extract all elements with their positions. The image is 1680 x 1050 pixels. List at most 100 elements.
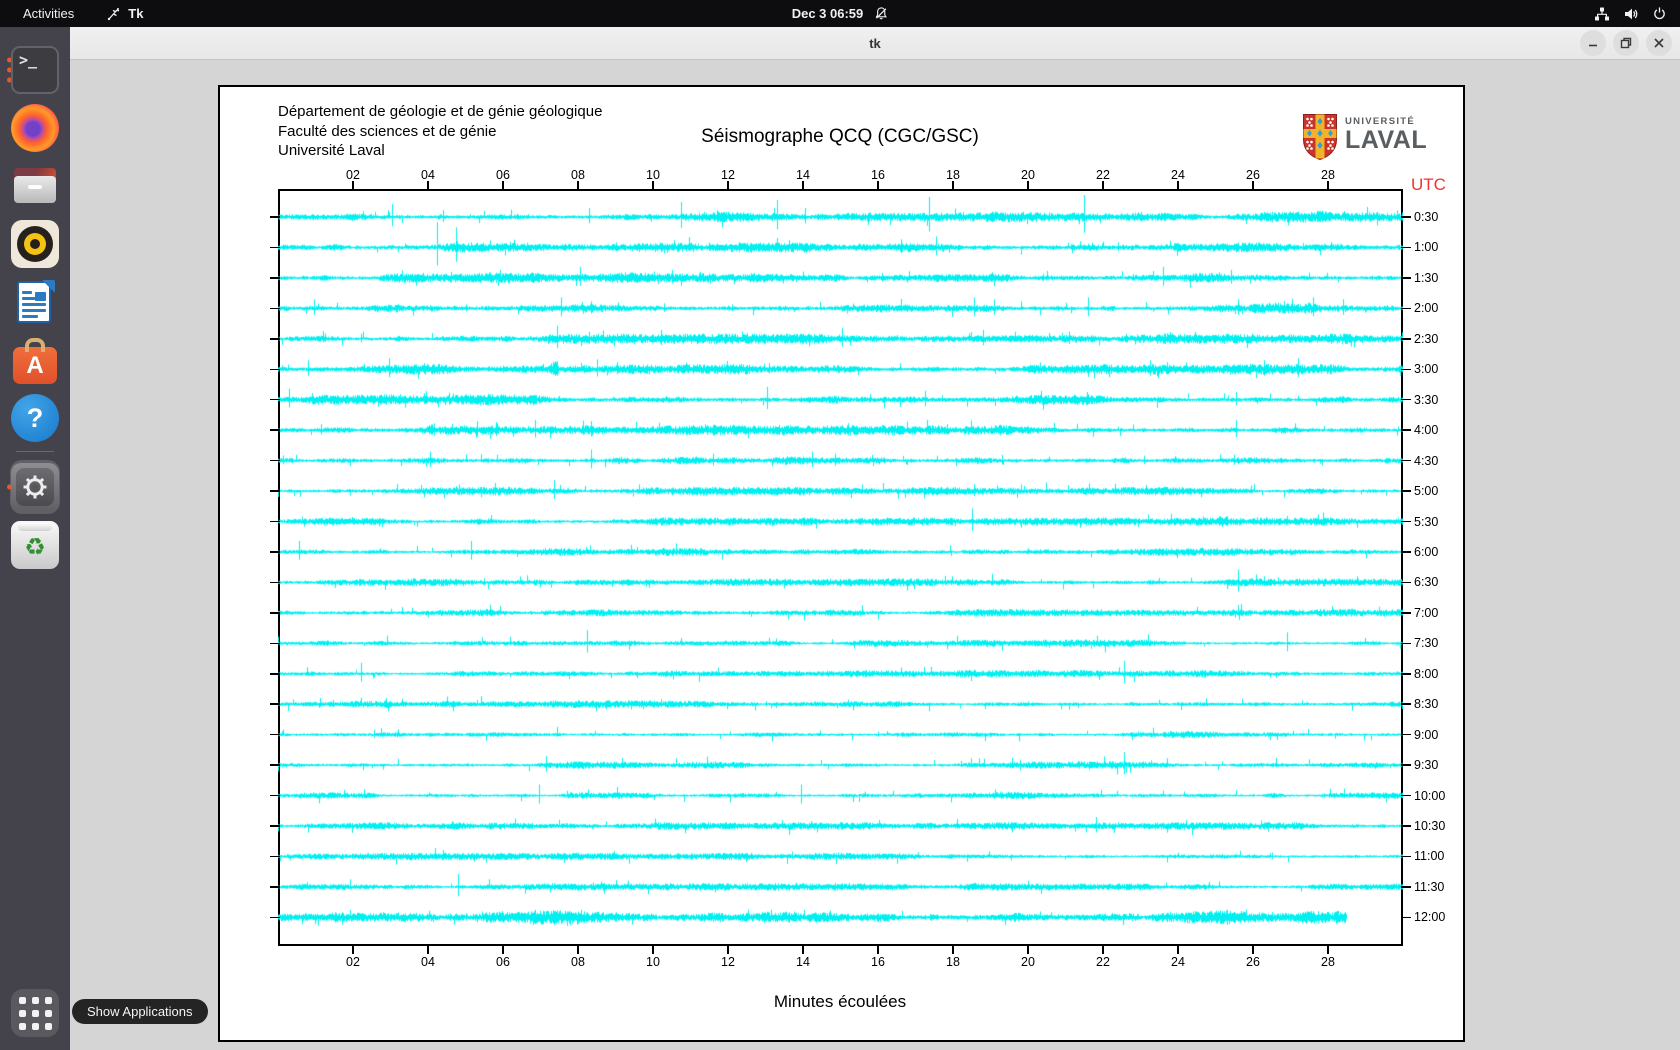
terminal-icon: >_ <box>11 46 59 94</box>
utc-row-label: 10:30 <box>1414 819 1446 833</box>
utc-row-label: 8:30 <box>1414 697 1439 712</box>
tick-mark <box>1401 551 1411 553</box>
tick-mark <box>1401 612 1411 614</box>
plot-title: Séismographe QCQ (CGC/GSC) <box>701 126 979 147</box>
tick-mark <box>1177 181 1179 191</box>
tick-mark <box>352 944 354 954</box>
top-bar: Activities Tk Dec 3 06:59 <box>0 0 1680 27</box>
tick-mark <box>270 886 280 888</box>
x-tick-label: 16 <box>871 955 885 969</box>
dock-separator <box>16 451 54 452</box>
tick-mark <box>427 181 429 191</box>
utc-row-label: 0:30 <box>1414 210 1439 224</box>
utc-row-label: 2:30 <box>1414 331 1439 346</box>
settings-gear-icon <box>11 463 59 511</box>
tick-mark <box>270 825 280 827</box>
x-tick-label: 24 <box>1171 168 1185 182</box>
tick-mark <box>952 181 954 191</box>
tick-mark <box>270 459 280 462</box>
close-button[interactable] <box>1646 30 1672 56</box>
tick-mark <box>270 551 280 553</box>
tick-mark <box>1401 307 1411 310</box>
tick-mark <box>270 581 280 584</box>
tick-mark <box>270 216 280 218</box>
tick-mark <box>577 181 579 191</box>
files-icon <box>11 162 59 210</box>
dock-item-rhythmbox[interactable] <box>4 215 66 273</box>
tick-mark <box>270 307 280 310</box>
x-tick-label: 24 <box>1171 955 1185 969</box>
utc-row-label: 5:00 <box>1414 484 1439 499</box>
dock-item-libreoffice-writer[interactable] <box>4 273 66 331</box>
utc-row-label: 1:00 <box>1414 240 1439 255</box>
show-applications-tooltip: Show Applications <box>72 999 208 1024</box>
focused-app-menu[interactable]: Tk <box>106 6 143 21</box>
institution-line-3: Université Laval <box>278 142 385 159</box>
tick-mark <box>427 944 429 954</box>
focused-app-name: Tk <box>128 6 144 21</box>
tick-mark <box>1401 398 1411 401</box>
show-applications-button[interactable] <box>4 984 66 1042</box>
x-tick-label: 04 <box>421 168 435 182</box>
tick-mark <box>1177 944 1179 954</box>
x-tick-label: 16 <box>871 168 885 182</box>
x-tick-label: 14 <box>796 955 810 969</box>
activities-button[interactable]: Activities <box>17 4 80 23</box>
x-tick-label: 06 <box>496 955 510 969</box>
volume-icon <box>1623 6 1639 22</box>
utc-row-label: 8:00 <box>1414 666 1439 681</box>
x-tick-label: 22 <box>1096 168 1110 182</box>
maximize-button[interactable] <box>1613 30 1639 56</box>
x-tick-label: 12 <box>721 168 735 182</box>
tick-mark <box>1401 703 1411 705</box>
tick-mark <box>270 368 280 370</box>
institution-line-2: Faculté des sciences et de génie <box>278 122 497 140</box>
dock-item-help[interactable]: ? <box>4 389 66 447</box>
logo-laval-text: LAVAL <box>1345 126 1428 154</box>
window-titlebar[interactable]: tk <box>70 27 1680 60</box>
dock: >_ A ? ♻ <box>0 27 70 1050</box>
tick-mark <box>1401 581 1411 584</box>
minimize-button[interactable] <box>1580 30 1606 56</box>
x-tick-label: 10 <box>646 955 660 969</box>
dock-item-settings[interactable] <box>4 458 66 516</box>
tick-mark <box>270 246 280 249</box>
x-tick-label: 18 <box>946 955 960 969</box>
system-status-menu[interactable] <box>1594 6 1667 22</box>
tick-mark <box>877 944 879 954</box>
tick-mark <box>270 612 280 614</box>
tick-mark <box>877 181 879 191</box>
x-tick-label: 28 <box>1321 168 1335 182</box>
tick-mark <box>1327 181 1329 191</box>
tick-mark <box>1401 886 1411 888</box>
tick-mark <box>1401 216 1411 218</box>
tick-mark <box>1401 673 1411 675</box>
tick-mark <box>1102 181 1104 191</box>
dock-item-trash[interactable]: ♻ <box>4 516 66 574</box>
x-tick-label: 12 <box>721 955 735 969</box>
dock-item-terminal[interactable]: >_ <box>4 41 66 99</box>
dock-item-firefox[interactable] <box>4 99 66 157</box>
tick-mark <box>1401 490 1411 492</box>
tick-mark <box>502 944 504 954</box>
clock-menu[interactable]: Dec 3 06:59 <box>792 6 889 21</box>
libreoffice-writer-icon <box>11 278 59 326</box>
tick-mark <box>270 764 280 766</box>
seismogram-traces <box>278 189 1403 946</box>
clock-text: Dec 3 06:59 <box>791 6 864 21</box>
tick-mark <box>1401 642 1411 645</box>
power-icon <box>1652 6 1667 21</box>
help-icon: ? <box>11 394 59 442</box>
tick-mark <box>1401 338 1411 340</box>
tick-mark <box>270 703 280 705</box>
utc-row-label: 9:00 <box>1414 727 1439 742</box>
tick-mark <box>1327 944 1329 954</box>
tick-mark <box>502 181 504 191</box>
dock-item-ubuntu-software[interactable]: A <box>4 331 66 389</box>
tick-mark <box>270 338 280 340</box>
utc-row-label: 4:00 <box>1414 423 1439 438</box>
dock-item-files[interactable] <box>4 157 66 215</box>
x-tick-label: 04 <box>421 955 435 969</box>
tick-mark <box>1401 825 1411 827</box>
utc-row-label: 2:00 <box>1414 301 1439 316</box>
